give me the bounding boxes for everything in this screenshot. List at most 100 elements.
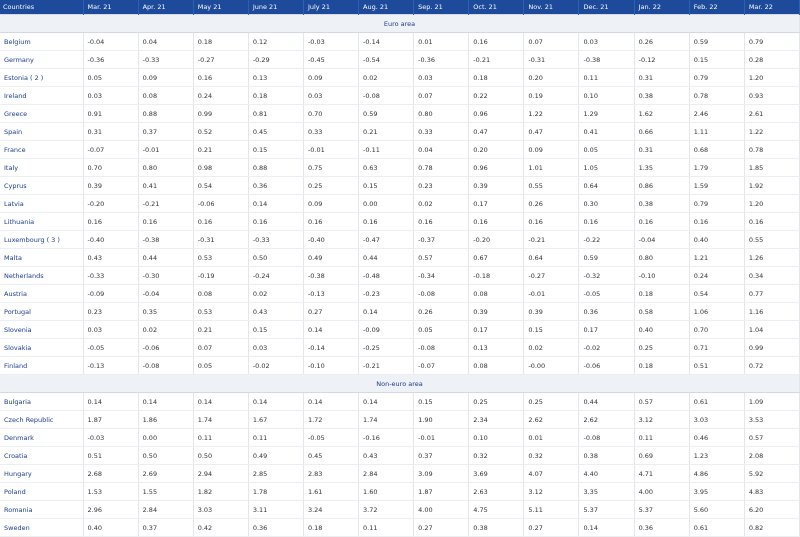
value-cell: 1.78: [248, 482, 304, 501]
value-cell: 0.18: [468, 68, 525, 87]
value-cell: 2.63: [468, 482, 525, 501]
value-cell: 2.96: [83, 500, 139, 519]
value-cell: 0.53: [193, 302, 249, 321]
value-cell: -0.32: [578, 266, 635, 285]
value-cell: 0.20: [523, 68, 580, 87]
value-cell: 0.25: [303, 176, 360, 195]
country-name-cell: Spain: [0, 122, 84, 141]
value-cell: 0.70: [303, 104, 360, 123]
value-cell: 0.64: [578, 176, 635, 195]
value-cell: 0.08: [468, 284, 525, 303]
value-cell: 0.14: [83, 392, 139, 411]
value-cell: 2.84: [358, 464, 415, 483]
value-cell: 0.59: [578, 248, 635, 267]
value-cell: 0.18: [634, 284, 690, 303]
value-cell: 0.43: [358, 446, 415, 465]
value-cell: 0.09: [523, 140, 580, 159]
value-cell: 0.21: [193, 320, 249, 339]
value-cell: 0.37: [138, 122, 194, 141]
value-cell: -0.23: [358, 284, 415, 303]
value-cell: 0.51: [83, 446, 139, 465]
value-cell: -0.01: [523, 284, 580, 303]
value-cell: 1.20: [744, 68, 800, 87]
value-cell: -0.20: [83, 194, 139, 213]
value-cell: -0.45: [303, 50, 360, 69]
value-cell: 1.06: [689, 302, 745, 321]
country-name-cell: Italy: [0, 158, 84, 177]
value-cell: 0.91: [83, 104, 139, 123]
value-cell: 1.85: [744, 158, 800, 177]
value-cell: 0.78: [689, 86, 745, 105]
value-cell: -0.31: [523, 50, 580, 69]
value-cell: 1.21: [689, 248, 745, 267]
value-cell: -0.27: [193, 50, 249, 69]
value-cell: -0.36: [413, 50, 470, 69]
value-cell: 0.16: [358, 212, 415, 231]
country-name-cell: Finland: [0, 356, 84, 375]
value-cell: 0.31: [634, 68, 690, 87]
value-cell: 0.11: [193, 428, 249, 447]
value-cell: 0.16: [193, 212, 249, 231]
value-cell: 2.34: [468, 410, 525, 429]
value-cell: -0.12: [634, 50, 690, 69]
value-cell: -0.20: [468, 230, 525, 249]
country-name-cell: Greece: [0, 104, 84, 123]
value-cell: 1.04: [744, 320, 800, 339]
value-cell: 0.11: [578, 68, 635, 87]
value-cell: 0.04: [138, 32, 194, 51]
column-header-month: Nov. 21: [523, 0, 580, 15]
value-cell: 0.03: [578, 32, 635, 51]
table-row: Hungary 2.68 2.69 2.94 2.85 2.83 2.84 3.09 3.69 4…: [0, 464, 800, 483]
value-cell: 0.02: [523, 338, 580, 357]
value-cell: -0.00: [523, 356, 580, 375]
value-cell: 0.03: [83, 86, 139, 105]
table-row: Finland -0.13 -0.08 0.05 -0.02 -0.10 -0.21 -0.0…: [0, 356, 800, 375]
value-cell: 3.95: [689, 482, 745, 501]
value-cell: 4.83: [744, 482, 800, 501]
value-cell: -0.16: [358, 428, 415, 447]
value-cell: -0.07: [83, 140, 139, 159]
value-cell: 1.60: [358, 482, 415, 501]
value-cell: 1.22: [744, 122, 800, 141]
value-cell: 0.27: [303, 302, 360, 321]
value-cell: 1.01: [523, 158, 580, 177]
value-cell: 3.03: [689, 410, 745, 429]
value-cell: 0.02: [358, 68, 415, 87]
value-cell: -0.33: [83, 266, 139, 285]
country-name-cell: Lithuania: [0, 212, 84, 231]
value-cell: 0.66: [634, 122, 690, 141]
value-cell: 0.53: [193, 248, 249, 267]
value-cell: 0.44: [578, 392, 635, 411]
value-cell: 0.16: [468, 212, 525, 231]
value-cell: 0.04: [413, 140, 470, 159]
value-cell: -0.27: [523, 266, 580, 285]
value-cell: 4.07: [523, 464, 580, 483]
value-cell: 0.40: [634, 320, 690, 339]
value-cell: -0.06: [578, 356, 635, 375]
value-cell: 0.08: [193, 284, 249, 303]
value-cell: 0.14: [248, 194, 304, 213]
value-cell: 1.16: [744, 302, 800, 321]
value-cell: 0.09: [303, 68, 360, 87]
value-cell: 1.87: [83, 410, 139, 429]
table-row: France -0.07 -0.01 0.21 0.15 -0.01 -0.11 0.04 0.…: [0, 140, 800, 159]
value-cell: 4.40: [578, 464, 635, 483]
value-cell: 0.13: [248, 68, 304, 87]
value-cell: 0.67: [468, 248, 525, 267]
value-cell: 0.46: [689, 428, 745, 447]
value-cell: -0.02: [248, 356, 304, 375]
value-cell: 2.68: [83, 464, 139, 483]
value-cell: -0.11: [358, 140, 415, 159]
value-cell: 0.26: [523, 194, 580, 213]
column-header-month: June 21: [248, 0, 304, 15]
value-cell: 0.86: [634, 176, 690, 195]
country-name-cell: Germany: [0, 50, 84, 69]
value-cell: 0.02: [248, 284, 304, 303]
value-cell: 0.50: [193, 446, 249, 465]
value-cell: 0.15: [413, 392, 470, 411]
value-cell: 0.13: [468, 338, 525, 357]
value-cell: 0.14: [138, 392, 194, 411]
column-header-month: Aug. 21: [358, 0, 415, 15]
value-cell: 0.18: [634, 356, 690, 375]
table-row: Luxembourg ( 3 ) -0.40 -0.38 -0.31 -0.33 -0.4…: [0, 230, 800, 249]
